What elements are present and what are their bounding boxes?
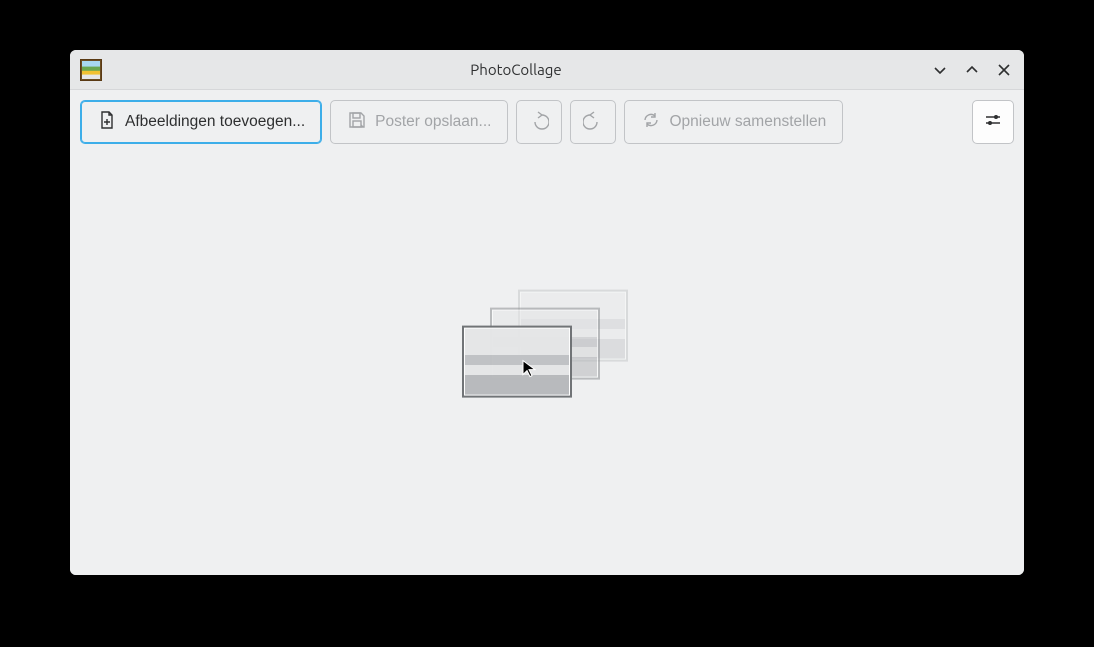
window-controls [930,60,1014,80]
add-images-label: Afbeeldingen toevoegen... [125,113,305,131]
recompose-button[interactable]: Opnieuw samenstellen [624,100,843,144]
refresh-icon [641,110,661,135]
settings-button[interactable] [972,100,1014,144]
empty-state-placeholder [462,289,632,409]
close-button[interactable] [994,60,1014,80]
placeholder-image-icon [462,325,572,397]
document-add-icon [97,110,117,135]
minimize-button[interactable] [930,60,950,80]
save-poster-button[interactable]: Poster opslaan... [330,100,508,144]
maximize-button[interactable] [962,60,982,80]
window-title: PhotoCollage [102,61,930,78]
toolbar: Afbeeldingen toevoegen... Poster opslaan… [70,90,1024,152]
add-images-button[interactable]: Afbeeldingen toevoegen... [80,100,322,144]
floppy-save-icon [347,110,367,135]
canvas-area[interactable] [70,152,1024,575]
redo-icon [583,110,603,135]
redo-button[interactable] [570,100,616,144]
recompose-label: Opnieuw samenstellen [669,113,826,131]
undo-icon [529,110,549,135]
titlebar[interactable]: PhotoCollage [70,50,1024,90]
app-icon [80,59,102,81]
sliders-icon [983,110,1003,135]
app-window: PhotoCollage Afbeeldingen toevoegen... P [70,50,1024,575]
save-poster-label: Poster opslaan... [375,113,491,131]
undo-button[interactable] [516,100,562,144]
